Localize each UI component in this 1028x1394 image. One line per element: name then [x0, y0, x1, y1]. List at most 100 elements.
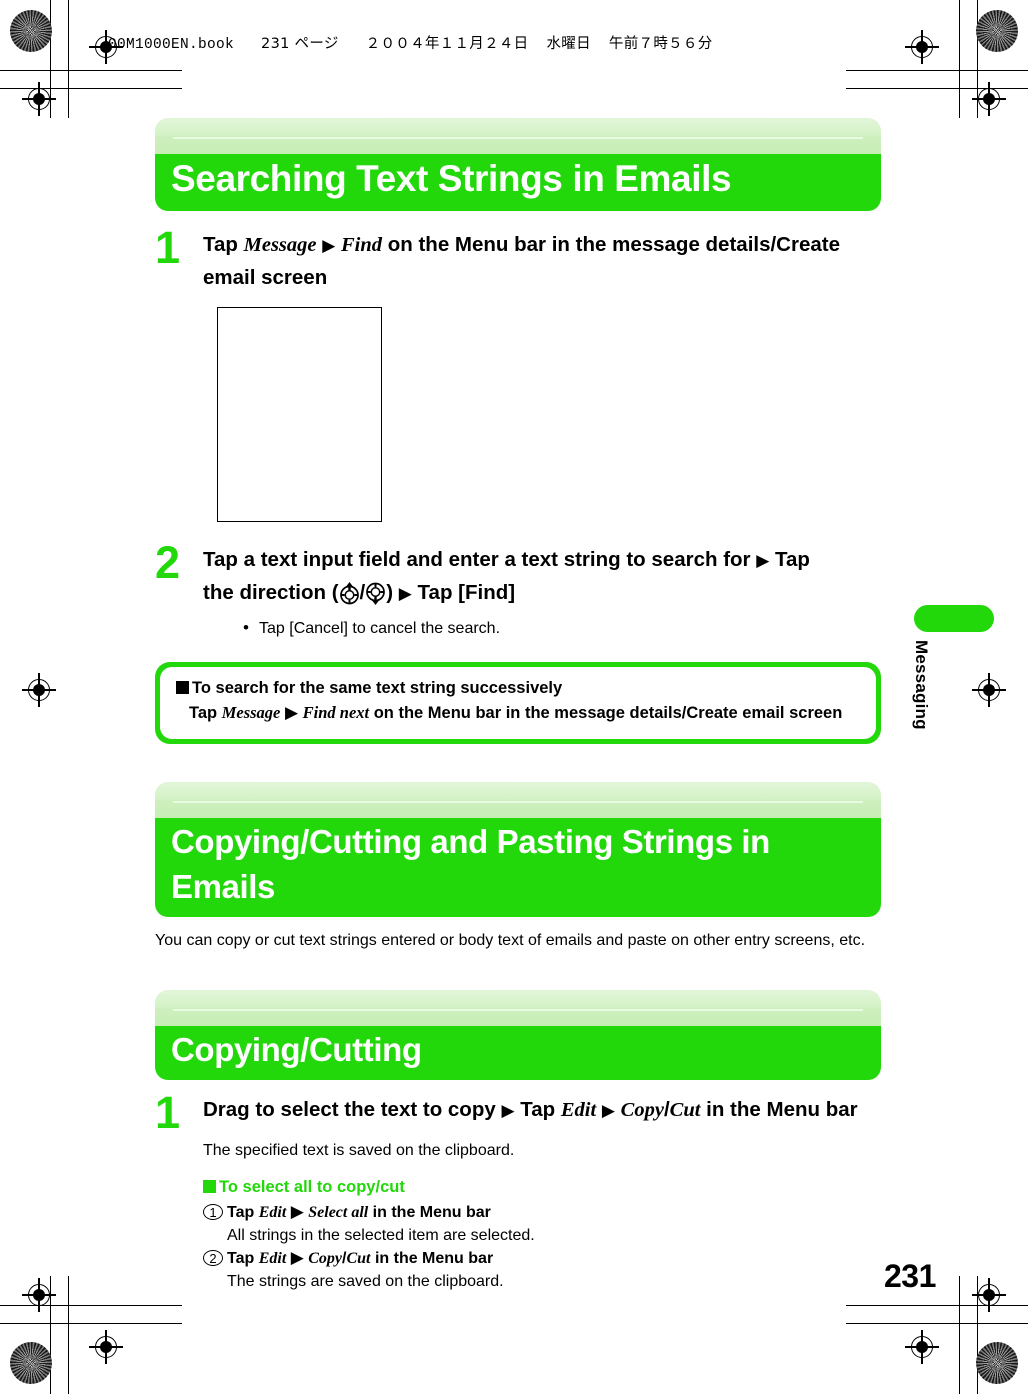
- section-heading-copying-cutting: Copying/Cutting: [155, 1026, 881, 1080]
- menu-item-edit: Edit: [560, 1099, 597, 1121]
- thumb-tab-marker: [914, 605, 994, 632]
- section-banner-copying-cutting: Copying/Cutting: [155, 990, 881, 1080]
- arrow-icon: ▶: [290, 1248, 304, 1268]
- step-number: 1: [155, 222, 181, 273]
- crop-line-bottom-right-v: [958, 1276, 960, 1394]
- list-item-text: Tap Edit ▶ Select all in the Menu bar: [227, 1201, 491, 1224]
- color-starburst-mark-top-right: [976, 10, 1018, 52]
- step-text-part: Drag to select the text to copy: [203, 1098, 502, 1121]
- crop-line-top-right-v: [958, 0, 960, 118]
- arrow-icon: ▶: [322, 236, 336, 256]
- arrow-icon: ▶: [284, 703, 299, 723]
- list-item-description: The strings are saved on the clipboard.: [227, 1273, 504, 1290]
- note-body: Tap Message ▶ Find next on the Menu bar …: [176, 700, 860, 726]
- arrow-icon: ▶: [756, 551, 770, 571]
- registration-target-bottom-right: [905, 1330, 939, 1364]
- subblock-select-all: To select all to copy/cut 1 Tap Edit ▶ S…: [203, 1176, 881, 1293]
- list-item-description: All strings in the selected item are sel…: [227, 1227, 535, 1244]
- step2-line2-b: ): [386, 581, 399, 604]
- item-tail: in the Menu bar: [370, 1250, 494, 1267]
- step-number: 2: [155, 537, 181, 588]
- registration-target-bottom-left-2: [22, 1278, 56, 1312]
- menu-item-message: Message: [221, 703, 281, 722]
- item-tail: in the Menu bar: [368, 1204, 491, 1221]
- registration-target-top-right: [905, 30, 939, 64]
- step-1-copying: 1 Drag to select the text to copy ▶ Tap …: [155, 1087, 881, 1138]
- crop-line-bottom-right-h: [846, 1322, 1028, 1324]
- registration-target-bottom-right-2: [972, 1278, 1006, 1312]
- registration-target-bottom-left: [89, 1330, 123, 1364]
- crop-line-bottom-left-h: [0, 1322, 182, 1324]
- subblock-list: 1 Tap Edit ▶ Select all in the Menu bar …: [203, 1201, 881, 1293]
- section-banner-searching: Searching Text Strings in Emails: [155, 118, 881, 211]
- note-title-text: To search for the same text string succe…: [192, 679, 563, 697]
- note-callout-find-next: To search for the same text string succe…: [155, 662, 881, 744]
- color-starburst-mark-bottom-right: [976, 1342, 1018, 1384]
- menu-item-edit: Edit: [258, 1250, 287, 1267]
- running-head-filename: 00M1000EN.book: [108, 37, 235, 53]
- step-text: Tap Message ▶ Find on the Menu bar in th…: [203, 229, 881, 293]
- arrow-icon: ▶: [290, 1202, 304, 1222]
- step-text-part: Tap: [203, 233, 244, 256]
- step-text-tail: in the Menu bar: [700, 1098, 858, 1121]
- menu-item-copy: Copy: [308, 1250, 343, 1267]
- step-2-bullets: Tap [Cancel] to cancel the search.: [203, 617, 881, 640]
- item-part: Tap: [227, 1204, 259, 1221]
- note-title: To search for the same text string succe…: [176, 676, 860, 700]
- page-content: Searching Text Strings in Emails 1 Tap M…: [155, 118, 881, 1293]
- step-1-searching: 1 Tap Message ▶ Find on the Menu bar in …: [155, 222, 881, 293]
- menu-item-copy: Copy: [620, 1099, 664, 1121]
- registration-target-top-right-2: [972, 82, 1006, 116]
- step-result-text: The specified text is saved on the clipb…: [203, 1142, 515, 1159]
- running-head-time: 午前７時５６分: [608, 36, 713, 52]
- subblock-title-text: To select all to copy/cut: [219, 1178, 405, 1196]
- menu-item-message: Message: [243, 234, 317, 256]
- menu-item-cut: Cut: [346, 1250, 371, 1267]
- menu-item-select-all: Select all: [308, 1204, 369, 1221]
- step-number: 1: [155, 1087, 181, 1138]
- menu-item-find: Find: [341, 234, 383, 256]
- crop-line-bottom-left-v: [68, 1276, 70, 1394]
- menu-item-find-next: Find next: [302, 703, 370, 722]
- color-starburst-mark-bottom-left: [10, 1342, 52, 1384]
- subblock-title: To select all to copy/cut: [203, 1176, 881, 1199]
- note-body-part: Tap: [189, 704, 222, 722]
- section-heading-copying-pasting: Copying/Cutting and Pasting Strings in E…: [155, 818, 881, 917]
- registration-target-top-left-2: [22, 82, 56, 116]
- crop-line-top-right-h: [846, 70, 1028, 72]
- list-item-text: Tap Edit ▶ Copy/Cut in the Menu bar: [227, 1247, 493, 1270]
- bullet-item: Tap [Cancel] to cancel the search.: [243, 617, 881, 640]
- step2-line2-c: Tap [Find]: [411, 581, 516, 604]
- step-2-searching: 2 Tap a text input field and enter a tex…: [155, 537, 881, 610]
- banner-cap: [155, 782, 881, 818]
- step2-line2-a: the direction (: [203, 581, 339, 604]
- crop-line-top-left-v: [68, 0, 70, 118]
- arrow-icon: ▶: [398, 584, 412, 604]
- section-heading-searching: Searching Text Strings in Emails: [155, 154, 881, 211]
- step2-line1-a: Tap a text input field and enter a text …: [203, 548, 757, 571]
- menu-item-cut: Cut: [669, 1099, 701, 1121]
- item-part: Tap: [227, 1250, 259, 1267]
- running-head: 00M1000EN.book 231 ページ ２００４年１１月２４日 水曜日 午…: [108, 32, 713, 53]
- figure-placeholder-find-dialog: [217, 307, 382, 522]
- black-square-bullet-icon: [176, 681, 189, 694]
- step-text: Tap a text input field and enter a text …: [203, 544, 881, 610]
- dpad-up-icon: [339, 582, 360, 605]
- menu-item-edit: Edit: [258, 1204, 287, 1221]
- circled-number: 2: [203, 1250, 223, 1266]
- running-head-weekday: 水曜日: [546, 36, 591, 52]
- step2-line1-b: Tap: [769, 548, 810, 571]
- running-head-date: ２００４年１１月２４日: [365, 36, 529, 52]
- crop-line-top-left-h: [0, 70, 182, 72]
- section-banner-copying-pasting: Copying/Cutting and Pasting Strings in E…: [155, 782, 881, 917]
- note-body-tail: on the Menu bar in the message details/C…: [369, 704, 843, 722]
- dpad-down-icon: [365, 582, 386, 605]
- running-head-page-label: 231 ページ: [261, 36, 339, 52]
- banner-cap: [155, 990, 881, 1026]
- registration-target-mid-right: [972, 673, 1006, 707]
- step-text: Drag to select the text to copy ▶ Tap Ed…: [203, 1094, 881, 1127]
- banner-cap: [155, 118, 881, 154]
- color-starburst-mark-top-left: [10, 10, 52, 52]
- section2-intro: You can copy or cut text strings entered…: [155, 932, 866, 949]
- green-square-bullet-icon: [203, 1180, 216, 1193]
